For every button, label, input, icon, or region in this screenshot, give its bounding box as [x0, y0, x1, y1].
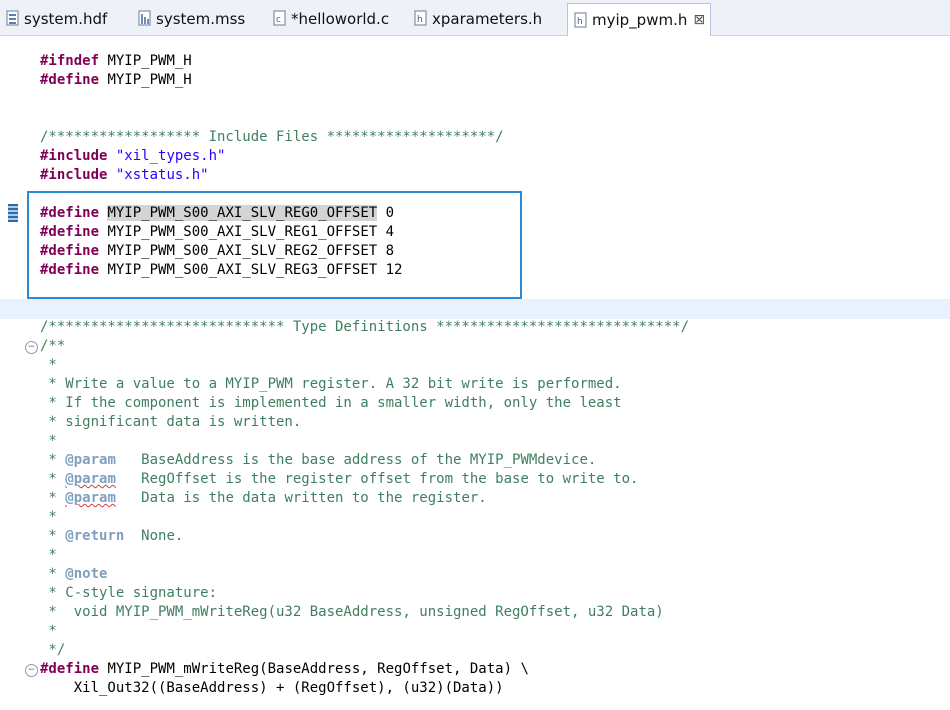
code-comment: * — [40, 509, 57, 525]
code-line: #define MYIP_PWM_S00_AXI_SLV_REG3_OFFSET… — [40, 262, 403, 278]
close-icon[interactable]: ⊠ — [693, 12, 705, 28]
occurrence-marker-icon[interactable] — [8, 204, 18, 222]
tab-label: *helloworld.c — [291, 9, 390, 28]
code-comment: * — [40, 357, 57, 373]
code-line: #define MYIP_PWM_S00_AXI_SLV_REG2_OFFSET… — [40, 243, 395, 259]
svg-text:h: h — [417, 15, 423, 25]
code-line: #define MYIP_PWM_H — [40, 72, 192, 88]
code-comment: /****************** Include Files ******… — [40, 129, 504, 145]
code-line: #define MYIP_PWM_mWriteReg(BaseAddress, … — [40, 661, 529, 677]
tab-system-hdf[interactable]: system.hdf — [0, 4, 130, 33]
code-line: #include "xil_types.h" — [40, 148, 226, 164]
code-comment: */ — [40, 642, 66, 658]
code-comment: * — [40, 547, 57, 563]
code-editor[interactable]: #ifndef MYIP_PWM_H #define MYIP_PWM_H /*… — [0, 36, 950, 710]
svg-text:c: c — [276, 15, 281, 25]
left-ruler — [0, 36, 26, 710]
code-line: Xil_Out32((BaseAddress) + (RegOffset), (… — [40, 680, 504, 696]
code-comment: * Write a value to a MYIP_PWM register. … — [40, 376, 622, 392]
settings-file-icon — [138, 10, 153, 27]
selected-identifier: MYIP_PWM_S00_AXI_SLV_REG0_OFFSET — [107, 205, 378, 221]
tab-label: xparameters.h — [432, 9, 543, 28]
code-comment: * @param BaseAddress is the base address… — [40, 452, 597, 468]
code-comment: * @note — [40, 566, 108, 582]
code-comment: * — [40, 623, 57, 639]
fold-collapse-icon[interactable]: − — [25, 664, 38, 677]
tab-myip-pwm-h[interactable]: h myip_pwm.h ⊠ — [567, 3, 711, 36]
header-file-icon: h — [574, 12, 589, 29]
editor-tab-bar: system.hdf system.mss c *helloworld.c h … — [0, 0, 950, 36]
tab-label: system.mss — [156, 9, 246, 28]
tab-label: system.hdf — [24, 9, 108, 28]
code-comment: * @param RegOffset is the register offse… — [40, 471, 639, 487]
code-comment: * — [40, 433, 57, 449]
code-line: #include "xstatus.h" — [40, 167, 209, 183]
code-line: #ifndef MYIP_PWM_H — [40, 53, 192, 69]
header-file-icon: h — [414, 10, 429, 27]
tab-xparameters-h[interactable]: h xparameters.h — [408, 4, 565, 33]
code-comment: * C-style signature: — [40, 585, 218, 601]
tab-helloworld-c[interactable]: c *helloworld.c — [267, 4, 404, 33]
c-source-file-icon: c — [273, 10, 288, 27]
hardware-file-icon — [6, 10, 21, 27]
code-line: #define MYIP_PWM_S00_AXI_SLV_REG0_OFFSET… — [40, 205, 395, 221]
code-comment: * void MYIP_PWM_mWriteReg(u32 BaseAddres… — [40, 604, 664, 620]
code-comment: * If the component is implemented in a s… — [40, 395, 622, 411]
current-line-highlight — [0, 299, 950, 319]
svg-text:h: h — [577, 17, 583, 27]
code-line: #define MYIP_PWM_S00_AXI_SLV_REG1_OFFSET… — [40, 224, 395, 240]
code-comment: * significant data is written. — [40, 414, 302, 430]
code-comment: /**************************** Type Defin… — [40, 319, 690, 335]
fold-collapse-icon[interactable]: − — [25, 341, 38, 354]
code-comment: * @return None. — [40, 528, 184, 544]
tab-system-mss[interactable]: system.mss — [132, 4, 265, 33]
tab-label: myip_pwm.h — [592, 11, 688, 29]
code-comment: * @param Data is the data written to the… — [40, 490, 487, 506]
code-comment: /** — [40, 338, 66, 354]
